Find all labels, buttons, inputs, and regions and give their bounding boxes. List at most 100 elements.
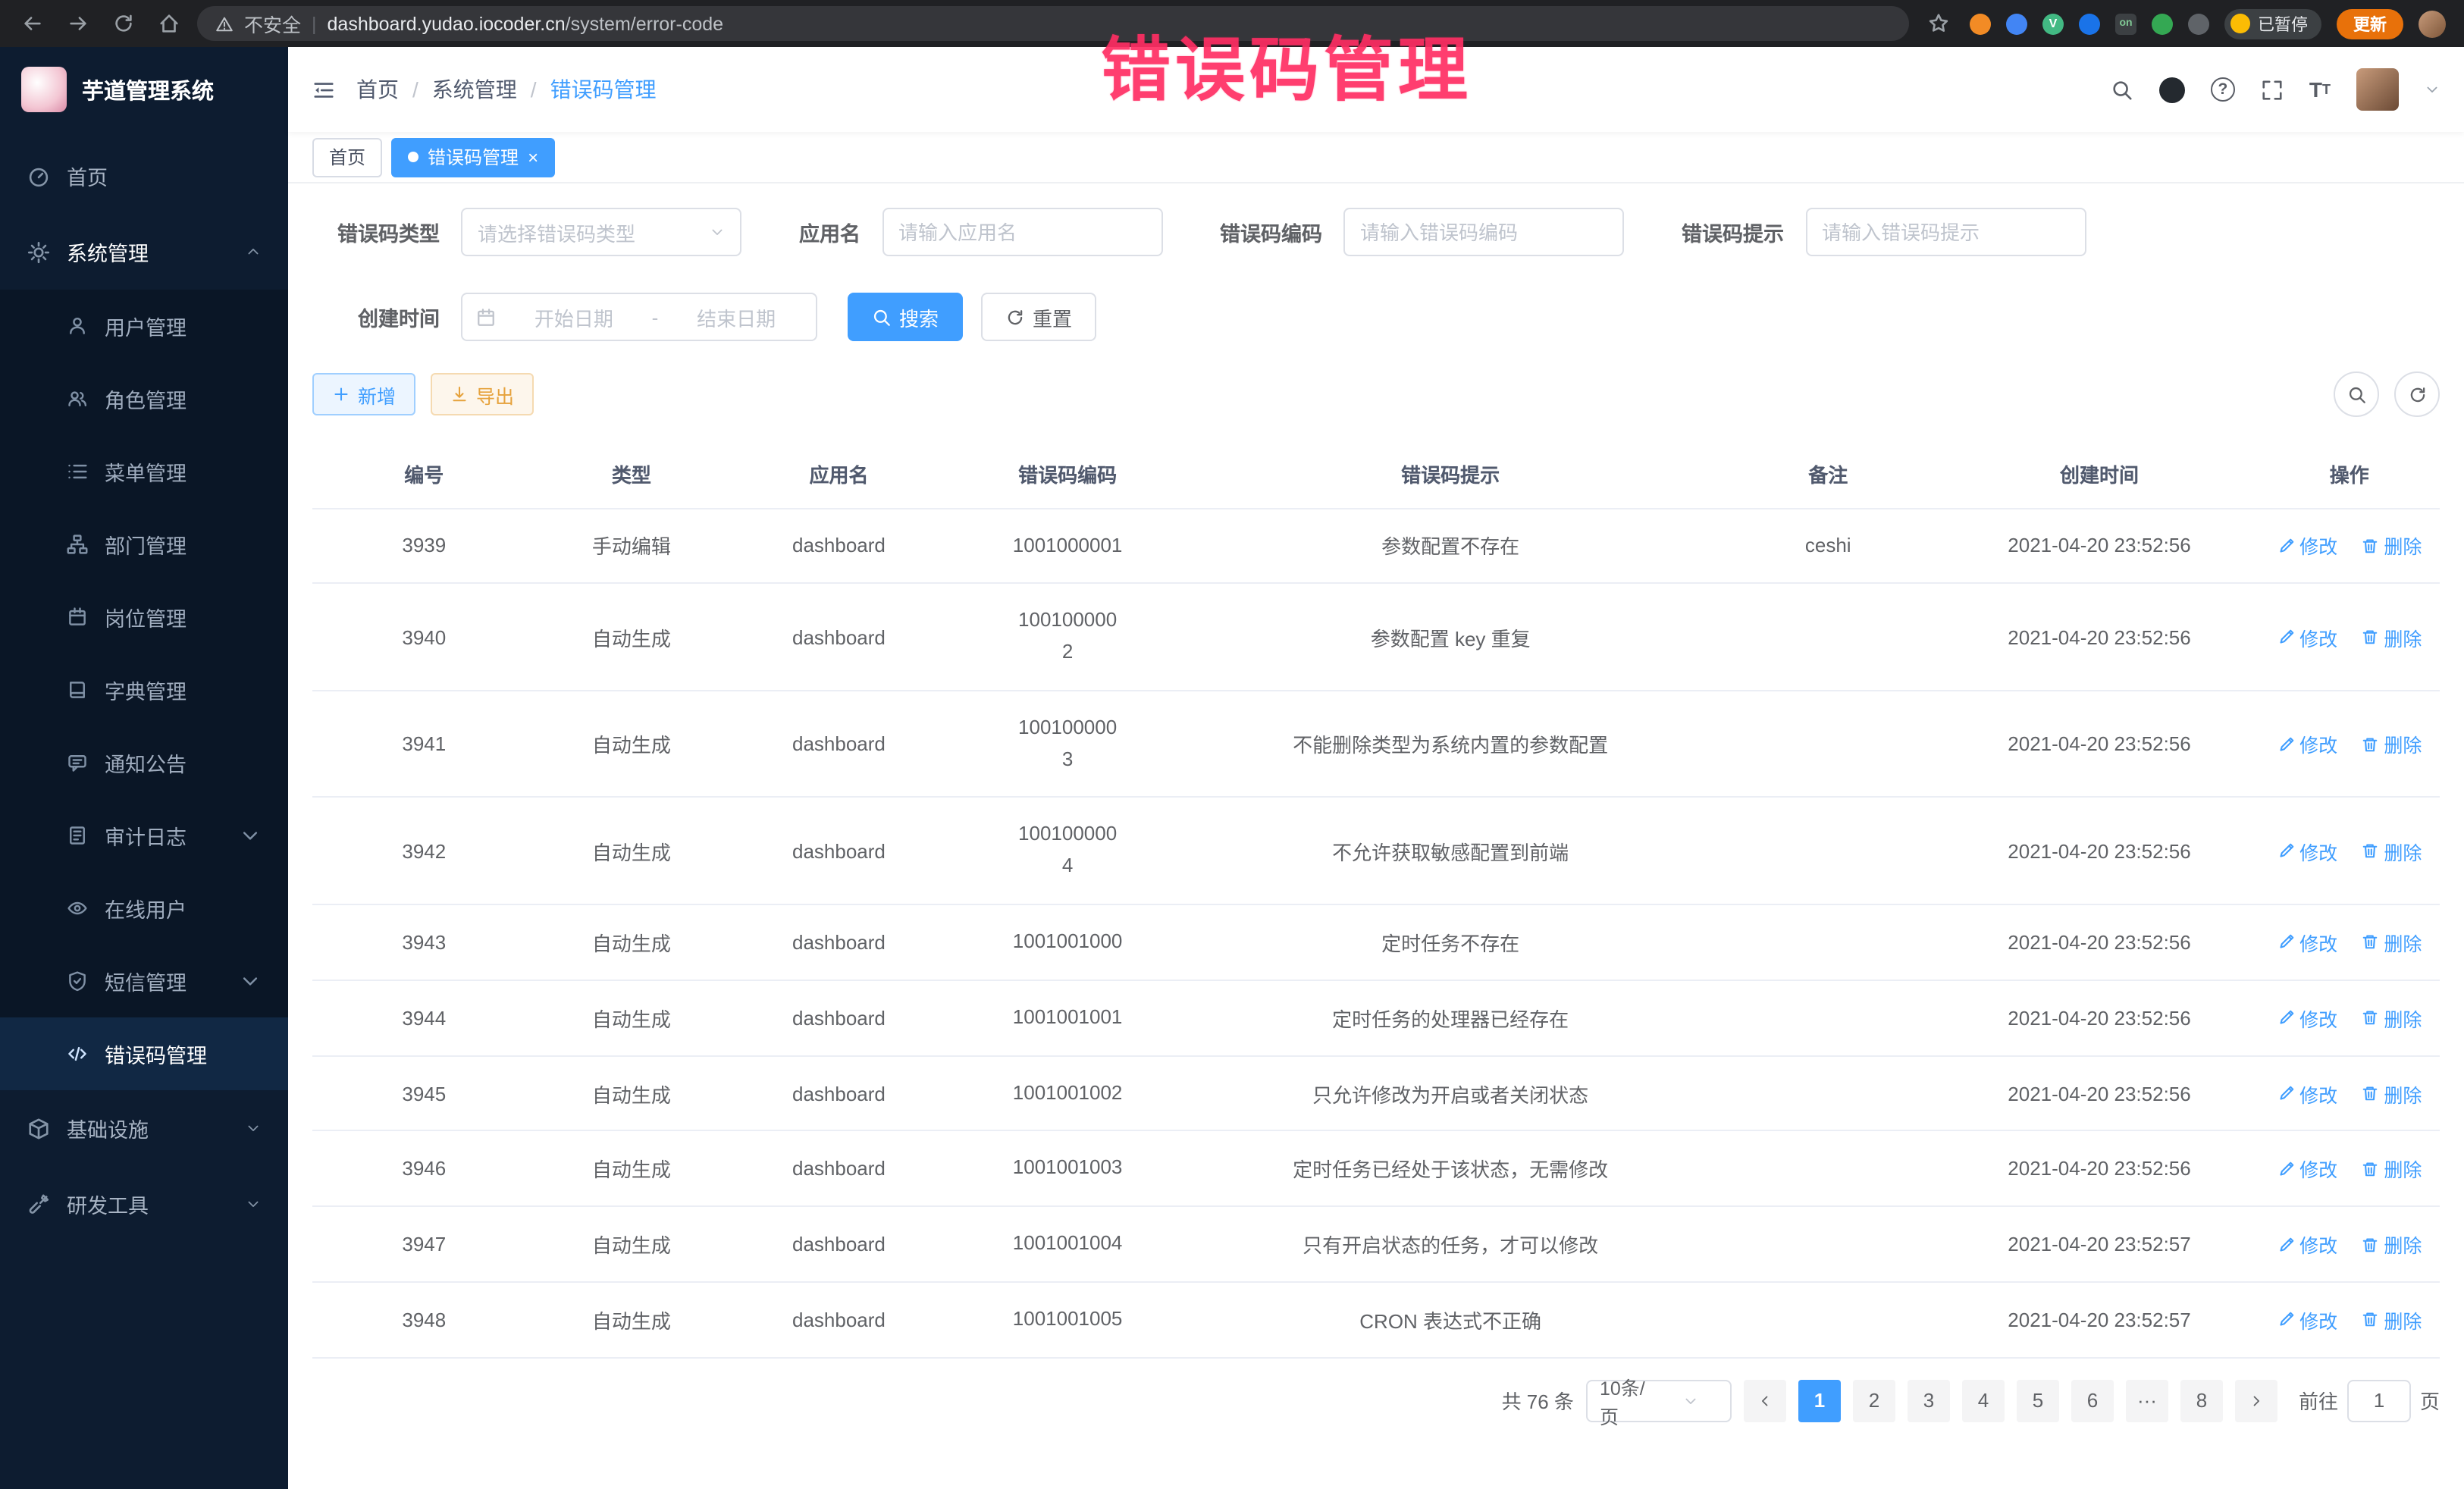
- browser-refresh-button[interactable]: [106, 7, 140, 40]
- delete-link[interactable]: 删除: [2361, 1155, 2422, 1183]
- browser-update-button[interactable]: 更新: [2337, 8, 2403, 39]
- error-code-input[interactable]: [1343, 208, 1624, 256]
- sidebar-item-online-users[interactable]: 在线用户: [0, 872, 288, 945]
- user-icon: [67, 315, 88, 337]
- sidebar-item-menus[interactable]: 菜单管理: [0, 435, 288, 508]
- sms-shield-icon: [67, 970, 88, 992]
- edit-link[interactable]: 修改: [2277, 1004, 2337, 1033]
- sidebar-item-home[interactable]: 首页: [0, 138, 288, 214]
- bookmark-star-icon[interactable]: [1921, 7, 1955, 40]
- add-button[interactable]: 新增: [312, 373, 415, 415]
- goto-page-input[interactable]: [2347, 1380, 2411, 1422]
- breadcrumb-home[interactable]: 首页: [356, 74, 399, 105]
- sidebar-item-error-code[interactable]: 错误码管理: [0, 1017, 288, 1090]
- tab-close-icon[interactable]: ×: [528, 148, 538, 166]
- page-button[interactable]: 8: [2180, 1380, 2223, 1422]
- edit-link[interactable]: 修改: [2277, 837, 2337, 866]
- edit-link[interactable]: 修改: [2277, 1230, 2337, 1259]
- delete-link[interactable]: 删除: [2361, 531, 2422, 560]
- delete-link[interactable]: 删除: [2361, 928, 2422, 957]
- sidebar-item-roles[interactable]: 角色管理: [0, 362, 288, 435]
- sidebar-item-sms[interactable]: 短信管理: [0, 945, 288, 1017]
- help-button[interactable]: ?: [2211, 77, 2235, 102]
- page-button[interactable]: 4: [1962, 1380, 2005, 1422]
- delete-link[interactable]: 删除: [2361, 622, 2422, 651]
- extension-pin-icon[interactable]: [2188, 13, 2209, 34]
- header-search-button[interactable]: [2111, 78, 2133, 101]
- page-button[interactable]: 1: [1798, 1380, 1841, 1422]
- cell-time: 2021-04-20 23:52:56: [1940, 980, 2259, 1056]
- font-size-button[interactable]: TT: [2309, 79, 2331, 100]
- sidebar-item-dictionary[interactable]: 字典管理: [0, 654, 288, 726]
- edit-link[interactable]: 修改: [2277, 1306, 2337, 1334]
- app-logo-row: 芋道管理系统: [0, 47, 288, 132]
- delete-link[interactable]: 删除: [2361, 1079, 2422, 1108]
- browser-profile-avatar[interactable]: [2419, 10, 2446, 37]
- sidebar-item-dev-tools[interactable]: 研发工具: [0, 1166, 288, 1242]
- sidebar-item-system[interactable]: 系统管理: [0, 214, 288, 290]
- tab-home[interactable]: 首页: [312, 137, 382, 177]
- address-bar[interactable]: 不安全 | dashboard.yudao.iocoder.cn/system/…: [197, 6, 1909, 41]
- sidebar-item-posts[interactable]: 岗位管理: [0, 581, 288, 654]
- edit-link[interactable]: 修改: [2277, 531, 2337, 560]
- breadcrumb-current: 错误码管理: [550, 74, 657, 105]
- page-button[interactable]: 5: [2017, 1380, 2059, 1422]
- page-button[interactable]: 2: [1853, 1380, 1895, 1422]
- sidebar-item-announcements[interactable]: 通知公告: [0, 726, 288, 799]
- security-label: 不安全: [244, 9, 301, 38]
- edit-link[interactable]: 修改: [2277, 928, 2337, 957]
- edit-link[interactable]: 修改: [2277, 729, 2337, 758]
- extension-leaf-icon[interactable]: [2152, 13, 2173, 34]
- refresh-table-button[interactable]: [2394, 371, 2440, 417]
- fullscreen-button[interactable]: [2261, 78, 2284, 101]
- delete-link[interactable]: 删除: [2361, 1306, 2422, 1334]
- toggle-search-button[interactable]: [2334, 371, 2379, 417]
- browser-forward-button[interactable]: [61, 7, 94, 40]
- user-avatar[interactable]: [2356, 68, 2399, 111]
- date-range-picker[interactable]: 开始日期 - 结束日期: [461, 293, 817, 341]
- page-button[interactable]: 6: [2071, 1380, 2114, 1422]
- cell-app: dashboard: [727, 1207, 951, 1283]
- reset-button[interactable]: 重置: [981, 293, 1096, 341]
- tab-error-code[interactable]: 错误码管理 ×: [391, 137, 555, 177]
- date-start-placeholder[interactable]: 开始日期: [508, 303, 640, 331]
- extension-record-icon[interactable]: [1970, 13, 1991, 34]
- topbar: 首页 / 系统管理 / 错误码管理 ? TT: [288, 47, 2464, 132]
- sidebar-item-infrastructure[interactable]: 基础设施: [0, 1090, 288, 1166]
- page-size-select[interactable]: 10条/页: [1586, 1380, 1732, 1422]
- edit-link[interactable]: 修改: [2277, 1155, 2337, 1183]
- sidebar-collapse-button[interactable]: [312, 78, 335, 101]
- delete-link[interactable]: 删除: [2361, 1230, 2422, 1259]
- browser-back-button[interactable]: [15, 7, 49, 40]
- extension-grid-icon[interactable]: [2079, 13, 2100, 34]
- cell-type: 自动生成: [536, 1055, 728, 1131]
- error-type-select[interactable]: 请选择错误码类型: [461, 208, 741, 256]
- app-name-input[interactable]: [882, 208, 1162, 256]
- delete-link[interactable]: 删除: [2361, 1004, 2422, 1033]
- export-button[interactable]: 导出: [431, 373, 534, 415]
- recording-paused-badge[interactable]: 已暂停: [2224, 8, 2321, 39]
- next-page-button[interactable]: [2235, 1380, 2277, 1422]
- browser-home-button[interactable]: [152, 7, 185, 40]
- sidebar-item-audit-log[interactable]: 审计日志: [0, 799, 288, 872]
- prev-page-button[interactable]: [1744, 1380, 1786, 1422]
- date-end-placeholder[interactable]: 结束日期: [670, 303, 802, 331]
- delete-link[interactable]: 删除: [2361, 837, 2422, 866]
- edit-link[interactable]: 修改: [2277, 622, 2337, 651]
- github-button[interactable]: [2159, 77, 2185, 102]
- search-button[interactable]: 搜索: [848, 293, 963, 341]
- delete-link[interactable]: 删除: [2361, 729, 2422, 758]
- edit-link[interactable]: 修改: [2277, 1079, 2337, 1108]
- sidebar-item-users[interactable]: 用户管理: [0, 290, 288, 362]
- cell-time: 2021-04-20 23:52:56: [1940, 584, 2259, 691]
- page-button[interactable]: 3: [1908, 1380, 1950, 1422]
- error-hint-input[interactable]: [1805, 208, 2086, 256]
- extension-on-badge-icon[interactable]: on: [2115, 13, 2136, 34]
- chevron-down-icon[interactable]: [2425, 82, 2440, 97]
- extension-vue-devtools-icon[interactable]: V: [2042, 13, 2064, 34]
- cell-id: 3941: [312, 691, 536, 798]
- breadcrumb-system[interactable]: 系统管理: [432, 74, 517, 105]
- page-button[interactable]: ···: [2126, 1380, 2168, 1422]
- extension-drop-icon[interactable]: [2006, 13, 2027, 34]
- sidebar-item-departments[interactable]: 部门管理: [0, 508, 288, 581]
